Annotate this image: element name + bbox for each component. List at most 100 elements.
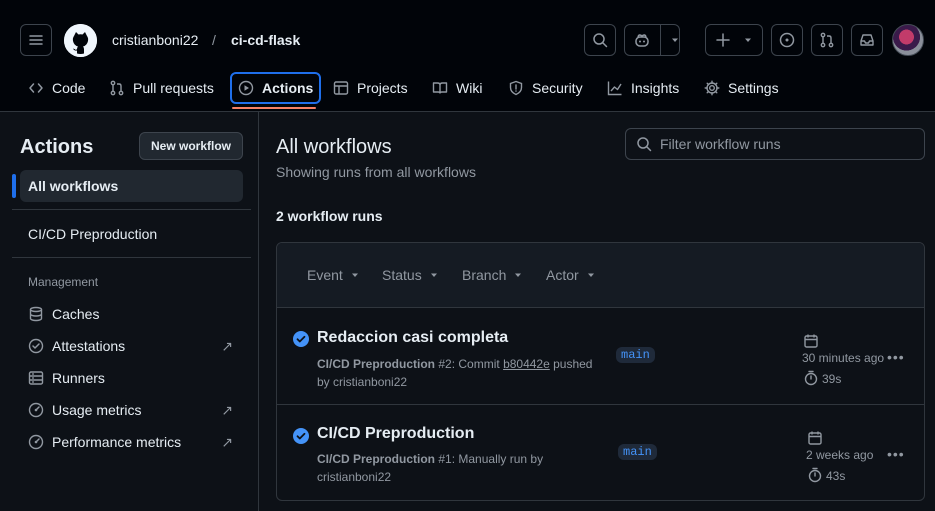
sidebar-item-label: Usage metrics bbox=[52, 402, 142, 418]
run-desc-prefix: : Commit bbox=[451, 357, 504, 371]
menu-button[interactable] bbox=[20, 24, 52, 56]
tab-label: Code bbox=[52, 80, 86, 96]
workflow-runs-list: Event Status Branch Actor Redaccion casi… bbox=[276, 242, 925, 501]
code-icon bbox=[29, 83, 43, 93]
tab-insights[interactable]: Insights bbox=[599, 72, 687, 104]
tab-projects[interactable]: Projects bbox=[325, 72, 416, 104]
run-description: CI/CD Preproduction #1: Manually run by … bbox=[317, 450, 557, 486]
branch-label[interactable]: main bbox=[616, 347, 655, 363]
tab-label: Security bbox=[532, 80, 583, 96]
filter-label: Branch bbox=[462, 267, 507, 283]
sidebar-item-all-workflows[interactable]: All workflows bbox=[20, 170, 243, 202]
github-logo-icon[interactable] bbox=[64, 24, 97, 57]
tab-actions[interactable]: Actions bbox=[230, 72, 322, 104]
avatar[interactable] bbox=[892, 24, 924, 56]
graph-icon bbox=[607, 81, 622, 96]
run-title-link[interactable]: Redaccion casi completa bbox=[317, 329, 508, 347]
workflow-run-row[interactable]: CI/CD Preproduction CI/CD Preproduction … bbox=[277, 406, 924, 500]
run-time: 30 minutes ago bbox=[802, 351, 885, 365]
plus-icon bbox=[716, 33, 730, 47]
active-tab-indicator bbox=[232, 107, 316, 109]
run-desc-prefix: : Manually run by bbox=[451, 452, 544, 466]
triangle-down-icon bbox=[351, 273, 358, 277]
tab-label: Insights bbox=[631, 80, 680, 96]
sidebar-item-usage-metrics[interactable]: Usage metrics ↗ bbox=[20, 394, 243, 426]
create-new-button[interactable] bbox=[705, 24, 763, 56]
app-header: cristianboni22 / ci-cd-flask Code Pull r… bbox=[0, 0, 935, 112]
filter-label: Status bbox=[382, 267, 422, 283]
tab-label: Projects bbox=[357, 80, 408, 96]
filter-runs-input[interactable] bbox=[660, 136, 910, 152]
runs-filter-bar: Event Status Branch Actor bbox=[277, 243, 924, 308]
divider bbox=[12, 209, 251, 210]
meter-icon bbox=[28, 434, 44, 450]
workflow-run-row[interactable]: Redaccion casi completa CI/CD Preproduct… bbox=[277, 309, 924, 405]
git-pull-request-icon bbox=[110, 80, 124, 96]
owner-link[interactable]: cristianboni22 bbox=[112, 32, 198, 48]
inbox-button[interactable] bbox=[851, 24, 883, 56]
run-duration: 39s bbox=[822, 372, 842, 386]
divider bbox=[12, 257, 251, 258]
sidebar-item-attestations[interactable]: Attestations ↗ bbox=[20, 330, 243, 362]
sidebar-item-runners[interactable]: Runners bbox=[20, 362, 243, 394]
copilot-icon bbox=[635, 34, 649, 47]
sidebar-item-label: Caches bbox=[52, 306, 100, 322]
stopwatch-icon bbox=[804, 370, 818, 386]
tab-label: Settings bbox=[728, 80, 779, 96]
pull-requests-button[interactable] bbox=[811, 24, 843, 56]
run-desc-suffix: pushed bbox=[549, 357, 593, 371]
more-options-button[interactable]: ••• bbox=[887, 349, 905, 365]
tab-code[interactable]: Code bbox=[20, 72, 93, 104]
external-link-icon: ↗ bbox=[221, 337, 233, 354]
page-subtitle: Showing runs from all workflows bbox=[276, 164, 476, 180]
runs-count: 2 workflow runs bbox=[276, 208, 383, 224]
run-time: 2 weeks ago bbox=[806, 448, 874, 462]
branch-label[interactable]: main bbox=[618, 444, 657, 460]
branch-filter-dropdown[interactable]: Branch bbox=[462, 267, 522, 283]
search-button[interactable] bbox=[584, 24, 616, 56]
run-number: #1 bbox=[438, 452, 452, 466]
book-icon bbox=[432, 82, 448, 94]
check-circle-icon bbox=[293, 331, 309, 347]
run-duration: 43s bbox=[826, 469, 846, 483]
shield-icon bbox=[509, 80, 523, 96]
issues-button[interactable] bbox=[771, 24, 803, 56]
new-workflow-button[interactable]: New workflow bbox=[139, 132, 243, 160]
sidebar-item-workflow[interactable]: CI/CD Preproduction bbox=[20, 218, 243, 250]
more-options-button[interactable]: ••• bbox=[887, 446, 905, 462]
sidebar-item-caches[interactable]: Caches bbox=[20, 298, 243, 330]
triangle-down-icon bbox=[430, 273, 437, 277]
triangle-down-icon bbox=[587, 273, 594, 277]
tab-label: Actions bbox=[262, 80, 314, 96]
external-link-icon: ↗ bbox=[221, 433, 233, 450]
copilot-button[interactable] bbox=[624, 24, 680, 56]
repo-link[interactable]: ci-cd-flask bbox=[231, 32, 300, 48]
filter-runs-field[interactable] bbox=[625, 128, 925, 160]
commit-sha-link[interactable]: b80442e bbox=[503, 357, 550, 371]
meter-icon bbox=[28, 402, 44, 418]
tab-label: Pull requests bbox=[133, 80, 214, 96]
stopwatch-icon bbox=[808, 467, 822, 483]
sidebar-item-label: Runners bbox=[52, 370, 105, 386]
hamburger-icon bbox=[29, 35, 43, 45]
tab-security[interactable]: Security bbox=[500, 72, 591, 104]
page-title: All workflows bbox=[276, 136, 392, 158]
sidebar-item-label: Attestations bbox=[52, 338, 126, 354]
play-icon bbox=[238, 80, 254, 96]
server-icon bbox=[28, 371, 44, 385]
filter-label: Actor bbox=[546, 267, 579, 283]
triangle-down-icon bbox=[515, 273, 522, 277]
calendar-icon bbox=[804, 334, 818, 348]
event-filter-dropdown[interactable]: Event bbox=[307, 267, 359, 283]
git-pull-request-icon bbox=[820, 32, 834, 48]
run-actor: by cristianboni22 bbox=[317, 375, 408, 389]
tab-pull-requests[interactable]: Pull requests bbox=[101, 72, 222, 104]
actor-filter-dropdown[interactable]: Actor bbox=[546, 267, 595, 283]
table-icon bbox=[333, 81, 349, 95]
tab-wiki[interactable]: Wiki bbox=[424, 72, 490, 104]
status-filter-dropdown[interactable]: Status bbox=[382, 267, 438, 283]
sidebar-item-performance-metrics[interactable]: Performance metrics ↗ bbox=[20, 426, 243, 458]
tab-label: Wiki bbox=[456, 80, 483, 96]
tab-settings[interactable]: Settings bbox=[696, 72, 787, 104]
run-title-link[interactable]: CI/CD Preproduction bbox=[317, 425, 474, 443]
